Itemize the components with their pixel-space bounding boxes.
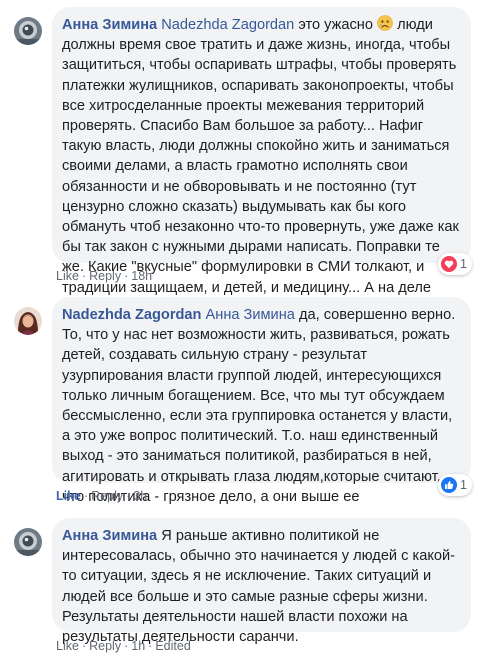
comment-actions: Like · Reply · 18h	[56, 268, 152, 284]
separator: ·	[148, 639, 153, 653]
reaction-summary[interactable]: 1	[438, 253, 472, 275]
mention-link[interactable]: Nadezhda Zagordan	[161, 17, 294, 33]
reaction-count: 1	[460, 478, 467, 492]
comment-timestamp[interactable]: 18h	[131, 269, 152, 283]
like-reaction-icon	[441, 477, 457, 493]
mention-link[interactable]: Анна Зимина	[206, 307, 295, 323]
comment-actions: Like · Reply · 1h · Edited	[56, 638, 191, 654]
separator: ·	[84, 489, 89, 503]
separator: ·	[81, 639, 87, 653]
comment-text: Я раньше активно политикой не интересова…	[62, 528, 455, 646]
comment-bubble: Анна Зимина Nadezhda Zagordan это ужасно…	[52, 7, 471, 316]
like-button[interactable]: Like	[56, 639, 79, 653]
reaction-summary[interactable]: 1	[438, 474, 472, 496]
separator: ·	[124, 269, 129, 283]
avatar[interactable]	[14, 17, 42, 45]
comment-author[interactable]: Анна Зимина	[62, 528, 157, 544]
comment-timestamp[interactable]: 3h	[133, 489, 147, 503]
separator: ·	[81, 269, 87, 283]
comment-text-start: это ужасно	[298, 17, 373, 33]
sad-face-emoji-icon	[377, 15, 393, 31]
like-button[interactable]: Like	[56, 489, 81, 503]
reaction-count: 1	[460, 257, 467, 271]
avatar[interactable]	[14, 307, 42, 335]
edited-label: Edited	[155, 639, 191, 653]
comment-actions: Like · Reply · 3h	[56, 488, 147, 504]
comment-bubble: Nadezhda Zagordan Анна Зимина да, соверш…	[52, 297, 471, 505]
reply-button[interactable]: Reply	[89, 269, 121, 283]
separator: ·	[126, 489, 131, 503]
avatar[interactable]	[14, 528, 42, 556]
reply-button[interactable]: Reply	[89, 639, 121, 653]
separator: ·	[124, 639, 129, 653]
comment-timestamp[interactable]: 1h	[131, 639, 145, 653]
comment-author[interactable]: Nadezhda Zagordan	[62, 307, 201, 323]
comment-bubble: Анна Зимина Я раньше активно политикой н…	[52, 518, 471, 645]
reply-button[interactable]: Reply	[91, 489, 123, 503]
comment-author[interactable]: Анна Зимина	[62, 17, 157, 33]
heart-reaction-icon	[441, 256, 457, 272]
like-button[interactable]: Like	[56, 269, 79, 283]
comment-text: да, совершенно верно. То, что у нас нет …	[62, 307, 456, 505]
